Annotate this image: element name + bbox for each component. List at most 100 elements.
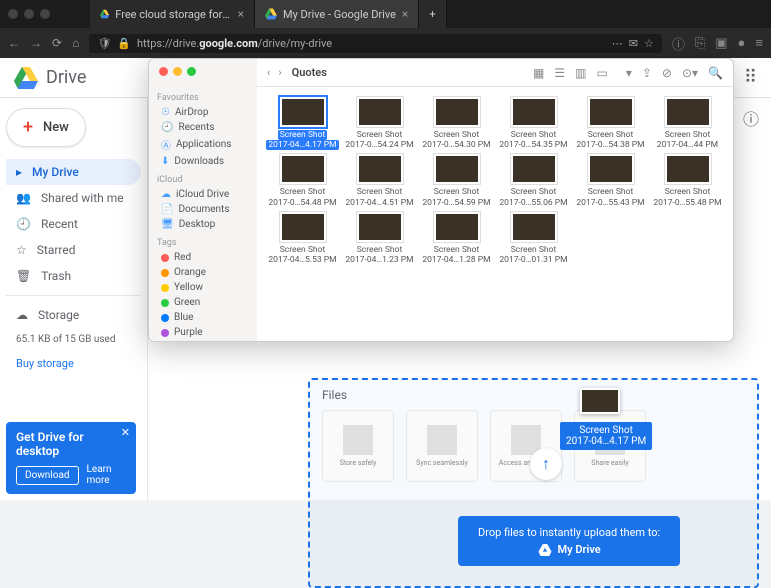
account-icon[interactable]: ● [738, 35, 746, 51]
finder-file-item[interactable]: Screen Shot2017-04…1.28 PM [419, 212, 494, 265]
sidebar-item-icon: 🗑 [16, 269, 31, 283]
view-column-icon[interactable]: ▥ [575, 66, 586, 80]
tag-icon[interactable]: ⊘ [662, 66, 672, 80]
view-list-icon[interactable]: ☰ [554, 66, 565, 80]
storage-used: 65.1 KB of 15 GB used [6, 330, 141, 349]
finder-min[interactable] [173, 67, 182, 76]
sidebar-item-label: Trash [41, 269, 71, 283]
sidebar-item-label: My Drive [32, 165, 79, 179]
traffic-close[interactable] [8, 9, 18, 19]
finder-file-item[interactable]: Screen Shot2017-0…55.43 PM [573, 154, 648, 207]
icloud-heading: iCloud [157, 175, 249, 185]
finder-toolbar: ‹ › Quotes ▦ ☰ ▥ ▭ ▾ ⇪ ⊘ ⊙▾ 🔍 [257, 59, 733, 87]
finder-file-item[interactable]: Screen Shot2017-04…5.53 PM [265, 212, 340, 265]
file-thumbnail [434, 212, 480, 242]
group-icon[interactable]: ▾ [626, 66, 632, 80]
sidebar-item-my-drive[interactable]: ▸My Drive [6, 159, 141, 185]
browser-tab[interactable]: Free cloud storage for person…× [90, 0, 255, 28]
traffic-max[interactable] [40, 9, 50, 19]
finder-file-item[interactable]: Screen Shot2017-0…54.35 PM [496, 97, 571, 150]
file-thumbnail [280, 154, 326, 184]
finder-icloud-icloud-drive[interactable]: ☁iCloud Drive [157, 187, 249, 202]
finder-file-item[interactable]: Screen Shot2017-04…1.23 PM [342, 212, 417, 265]
sidebar-item-recent[interactable]: 🕘Recent [6, 211, 141, 237]
upload-arrow-icon: ↑ [530, 448, 562, 480]
finder-icloud-desktop[interactable]: 🖥Desktop [157, 217, 249, 232]
finder-fav-recents[interactable]: 🕘Recents [157, 120, 249, 135]
sidebar-item-trash[interactable]: 🗑 Trash [6, 263, 141, 289]
share-icon[interactable]: ⇪ [642, 66, 652, 80]
finder-tag-green[interactable]: Green [157, 295, 249, 310]
file-thumbnail [665, 154, 711, 184]
traffic-min[interactable] [24, 9, 34, 19]
finder-tag-blue[interactable]: Blue [157, 310, 249, 325]
file-thumbnail [511, 97, 557, 127]
info-icon[interactable]: ⓘ [672, 34, 685, 53]
finder-back[interactable]: ‹ [267, 66, 270, 79]
details-icon[interactable]: ⓘ [743, 106, 759, 130]
finder-file-item[interactable]: Screen Shot2017-04…4.17 PM [265, 97, 340, 150]
forward-button[interactable]: → [30, 36, 42, 50]
welcome-tile: Store safely [322, 410, 394, 482]
sidebar-item-starred[interactable]: ☆Starred [6, 237, 141, 263]
drive-logo[interactable]: Drive [14, 67, 86, 89]
search-icon[interactable]: 🔍 [708, 66, 723, 80]
file-thumbnail [511, 154, 557, 184]
file-thumbnail [511, 212, 557, 242]
back-button[interactable]: ← [8, 36, 20, 50]
drop-zone[interactable]: Files Store safelySync seamlesslyAccess … [308, 378, 759, 588]
file-thumbnail [434, 154, 480, 184]
sidebar-item-icon: 👥 [16, 191, 31, 205]
file-thumbnail [588, 154, 634, 184]
new-tab-button[interactable]: + [419, 0, 446, 28]
menu-icon[interactable]: ≡ [755, 35, 763, 51]
reload-button[interactable]: ⟳ [52, 36, 62, 50]
browser-tab[interactable]: My Drive - Google Drive× [255, 0, 419, 28]
apps-grid-icon[interactable]: ⠿ [744, 67, 757, 88]
finder-file-item[interactable]: Screen Shot2017-0…01.31 PM [496, 212, 571, 265]
buy-storage-link[interactable]: Buy storage [6, 351, 141, 376]
finder-close[interactable] [159, 67, 168, 76]
finder-file-item[interactable]: Screen Shot2017-0…55.48 PM [650, 154, 725, 207]
finder-file-item[interactable]: Screen Shot2017-0…54.30 PM [419, 97, 494, 150]
tab-close-icon[interactable]: × [238, 7, 244, 21]
finder-file-item[interactable]: Screen Shot2017-0…54.38 PM [573, 97, 648, 150]
library-icon[interactable]: ⎘ [695, 36, 705, 51]
finder-tag-yellow[interactable]: Yellow [157, 280, 249, 295]
finder-forward[interactable]: › [278, 66, 281, 79]
finder-file-item[interactable]: Screen Shot2017-0…54.59 PM [419, 154, 494, 207]
banner-title: Get Drive for desktop [16, 430, 126, 458]
finder-fav-airdrop[interactable]: ☉AirDrop [157, 105, 249, 120]
storage-item[interactable]: ☁ Storage [6, 302, 141, 328]
drive-icon [14, 67, 38, 89]
url-bar[interactable]: 🛡 🔒 https://drive.google.com/drive/my-dr… [89, 34, 662, 53]
view-icon-grid[interactable]: ▦ [533, 66, 544, 80]
sidebar-item-shared-with-me[interactable]: 👥Shared with me [6, 185, 141, 211]
learn-more-link[interactable]: Learn more [87, 464, 126, 486]
file-thumbnail [357, 212, 403, 242]
finder-fav-applications[interactable]: ⒶApplications [157, 135, 249, 154]
files-heading: Files [322, 388, 745, 402]
finder-file-item[interactable]: Screen Shot2017-0…54.24 PM [342, 97, 417, 150]
banner-close[interactable]: ✕ [121, 426, 130, 439]
finder-max[interactable] [187, 67, 196, 76]
finder-tag-purple[interactable]: Purple [157, 325, 249, 340]
new-button[interactable]: + New [6, 108, 86, 147]
finder-file-item[interactable]: Screen Shot2017-0…55.06 PM [496, 154, 571, 207]
tab-close-icon[interactable]: × [402, 7, 408, 21]
finder-file-item[interactable]: Screen Shot2017-0…54.48 PM [265, 154, 340, 207]
finder-tag-red[interactable]: Red [157, 250, 249, 265]
finder-file-item[interactable]: Screen Shot2017-04…44 PM [650, 97, 725, 150]
drop-banner: Drop files to instantly upload them to: … [458, 516, 680, 566]
action-icon[interactable]: ⊙▾ [682, 66, 698, 80]
view-gallery-icon[interactable]: ▭ [596, 66, 607, 80]
home-button[interactable]: ⌂ [72, 36, 79, 50]
finder-icloud-documents[interactable]: 📄Documents [157, 202, 249, 217]
finder-tag-orange[interactable]: Orange [157, 265, 249, 280]
finder-file-item[interactable]: Screen Shot2017-04…4.51 PM [342, 154, 417, 207]
download-button[interactable]: Download [16, 466, 79, 485]
finder-traffic-lights [159, 67, 196, 76]
sidebar-icon[interactable]: ▣ [715, 36, 727, 51]
get-drive-banner: ✕ Get Drive for desktop Download Learn m… [6, 422, 136, 494]
finder-fav-downloads[interactable]: ⬇Downloads [157, 154, 249, 169]
